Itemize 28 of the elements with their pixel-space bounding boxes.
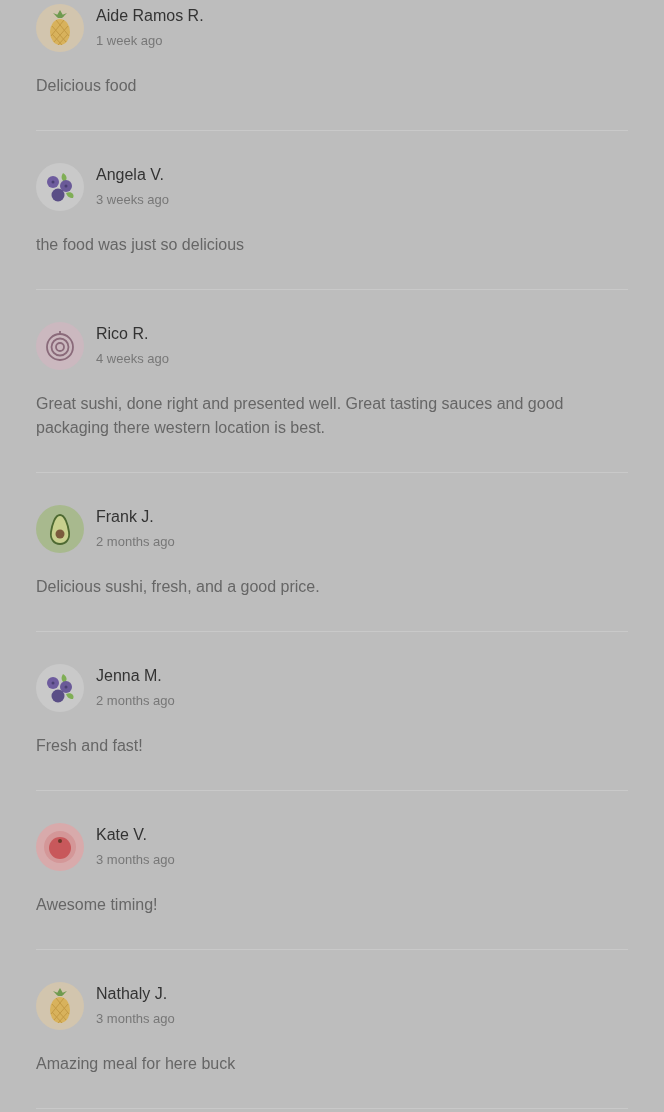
review-text: Fresh and fast! — [36, 736, 144, 756]
reviewer-name: Angela V. — [96, 165, 164, 185]
review-date: 2 months ago — [96, 533, 175, 551]
review-text: Delicious sushi, fresh, and a good price. — [36, 577, 321, 597]
reviewer-name: Frank J. — [96, 507, 154, 527]
blueberries-avatar-icon — [36, 664, 84, 712]
tomato-avatar-icon — [36, 823, 84, 871]
review-date: 3 months ago — [96, 1010, 175, 1028]
review-text: Great sushi, done right and presented well. Great tasting sauces and good packaging there western location is best. — [36, 394, 565, 438]
reviewer-name: Rico R. — [96, 324, 149, 344]
avocado-avatar-icon — [36, 505, 84, 553]
blueberries-avatar-icon — [36, 163, 84, 211]
review-date: 4 weeks ago — [96, 350, 169, 368]
review-text: Awesome timing! — [36, 895, 159, 915]
pineapple-avatar-icon — [36, 982, 84, 1030]
reviewer-name: Kate V. — [96, 825, 147, 845]
review-text: Amazing meal for here buck — [36, 1054, 237, 1074]
review-text: the food was just so delicious — [36, 235, 246, 255]
review-date: 3 weeks ago — [96, 191, 169, 209]
review-date: 2 months ago — [96, 692, 175, 710]
reviewer-name: Jenna M. — [96, 666, 162, 686]
review-text: Delicious food — [36, 76, 138, 96]
reviewer-name: Nathaly J. — [96, 984, 168, 1004]
review-date: 3 months ago — [96, 851, 175, 869]
review-date: 1 week ago — [96, 32, 163, 50]
pineapple-avatar-icon — [36, 4, 84, 52]
onion-avatar-icon — [36, 322, 84, 370]
reviewer-name: Aide Ramos R. — [96, 6, 204, 26]
